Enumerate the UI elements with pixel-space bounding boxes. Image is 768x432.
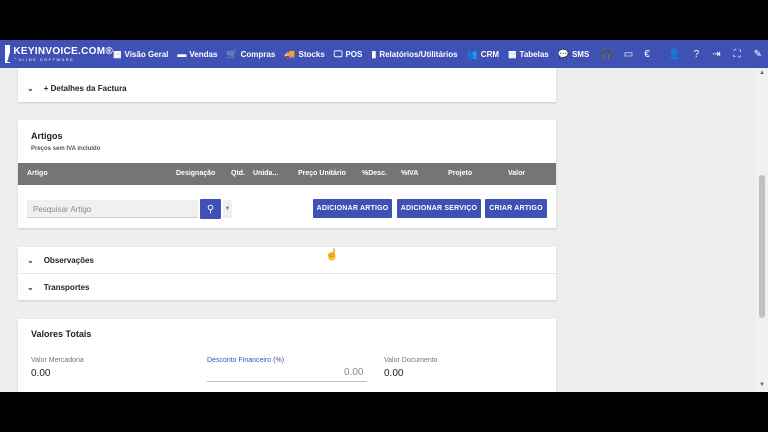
create-item-button[interactable]: CRIAR ARTIGO <box>485 199 547 218</box>
brand-logo[interactable]: KEYINVOICE.COM® ONLINE SOFTWARE <box>5 45 113 63</box>
col-desc[interactable]: %Desc. <box>362 170 387 177</box>
artigos-card: Artigos Preços sem IVA incluído Artigo D… <box>18 120 556 228</box>
nav-item-tabelas[interactable]: ▦ Tabelas <box>508 49 549 60</box>
nav-item-pos[interactable]: 🖵 POS <box>334 49 363 60</box>
euro-icon[interactable]: € <box>644 49 650 60</box>
nav-item-stocks[interactable]: 🚚 Stocks <box>284 49 324 60</box>
chevron-down-icon: ⌄ <box>27 283 34 292</box>
nav-item-relat-rios-utilit-rios[interactable]: ▮ Relatórios/Utilitários <box>371 49 457 60</box>
transportes-label: Transportes <box>43 283 90 292</box>
hand-cursor-icon: ☝ <box>325 249 339 261</box>
logo-mark-icon <box>5 45 11 63</box>
col-qtd[interactable]: Qtd. <box>231 170 245 177</box>
nav-item-label: Stocks <box>298 49 325 59</box>
app-screen: KEYINVOICE.COM® ONLINE SOFTWARE ▦ Visão G… <box>0 40 768 392</box>
nav-item-label: Vendas <box>189 49 218 59</box>
invoice-details-label: + Detalhes da Factura <box>43 84 127 93</box>
artigos-table-header: Artigo Designação Qtd. Unida... Preço Un… <box>18 163 556 185</box>
add-service-button[interactable]: ADICIONAR SERVIÇO <box>397 199 481 218</box>
col-preco-unitario[interactable]: Preço Unitário <box>298 170 346 177</box>
user-icon[interactable]: 👤 <box>668 49 680 60</box>
discount-label: Desconto Financeiro (%) <box>207 357 285 364</box>
truck-icon: 🚚 <box>284 48 296 59</box>
nav-item-label: Visão Geral <box>124 49 169 59</box>
nav-item-sms[interactable]: 💬 SMS <box>558 49 590 60</box>
extras-card: ⌄ Observações ⌄ Transportes <box>18 247 556 300</box>
invoice-details-toggle[interactable]: ⌄ + Detalhes da Factura <box>18 84 127 93</box>
nav-item-label: Relatórios/Utilitários <box>379 49 458 59</box>
discount-input[interactable]: 0.00 <box>344 367 363 378</box>
observacoes-label: Observações <box>43 256 94 265</box>
chevron-down-icon: ⌄ <box>27 84 34 93</box>
nav-item-label: Compras <box>240 49 276 59</box>
people-icon: 👥 <box>466 48 478 59</box>
merchandise-value-label: Valor Mercadoria <box>31 357 84 364</box>
main-nav: ▦ Visão Geral ▬ Vendas 🛒 Compras 🚚 Stocks 🖵 POS ▮ R… <box>113 49 598 60</box>
help-icon[interactable]: ? <box>694 49 700 60</box>
nav-item-vendas[interactable]: ▬ Vendas <box>177 49 217 59</box>
invoice-details-card: ⌄ + Detalhes da Factura <box>18 68 556 102</box>
nav-right-icons: 👤? ⇥ ⛶ ✎ <box>655 40 762 68</box>
nav-item-label: CRM <box>480 49 500 59</box>
headset-icon[interactable]: 🎧 <box>600 49 612 60</box>
chat-icon: 💬 <box>557 48 569 59</box>
nav-item-label: Tabelas <box>519 49 549 59</box>
nav-item-label: POS <box>345 49 363 59</box>
nav-item-vis-o-geral[interactable]: ▦ Visão Geral <box>113 49 168 60</box>
monitor-icon: 🖵 <box>333 48 343 59</box>
nav-extra-icons: 🎧 ▭ € <box>600 49 660 60</box>
brand-tagline: ONLINE SOFTWARE <box>13 56 75 62</box>
discount-input-underline <box>207 381 367 382</box>
transportes-toggle[interactable]: ⌄ Transportes <box>18 283 90 292</box>
col-valor[interactable]: Valor <box>508 170 525 177</box>
edit-icon[interactable]: ✎ <box>754 49 762 60</box>
nav-item-crm[interactable]: 👥 CRM <box>467 49 499 60</box>
search-button[interactable]: ⚲ <box>200 199 221 219</box>
totals-card: Valores Totais Valor Mercadoria 0.00 Des… <box>18 319 556 392</box>
divider <box>18 273 556 274</box>
bar-chart-icon: ▮ <box>371 48 377 59</box>
search-item-input[interactable]: Pesquisar Artigo <box>27 200 198 218</box>
chevron-down-icon: ⌄ <box>27 256 34 265</box>
folder-icon[interactable]: ▭ <box>624 49 633 60</box>
col-projeto[interactable]: Projeto <box>448 170 472 177</box>
dashboard-icon: ▦ <box>113 48 122 59</box>
scroll-down-icon[interactable]: ▼ <box>759 382 765 388</box>
col-artigo[interactable]: Artigo <box>27 170 48 177</box>
logout-icon[interactable]: ⇥ <box>712 49 720 60</box>
document-value-label: Valor Documento <box>384 357 438 364</box>
col-iva[interactable]: %IVA <box>401 170 418 177</box>
scroll-up-icon[interactable]: ▲ <box>759 70 765 76</box>
cart-icon: 🛒 <box>226 48 238 59</box>
page-scrollbar[interactable]: ▲ ▼ <box>756 68 768 392</box>
artigos-subtitle: Preços sem IVA incluído <box>31 146 101 152</box>
totals-title: Valores Totais <box>31 329 92 339</box>
table-icon: ▦ <box>508 48 517 59</box>
col-unidade[interactable]: Unida... <box>253 170 278 177</box>
nav-item-label: SMS <box>571 49 590 59</box>
brand-name: KEYINVOICE.COM® <box>13 45 113 57</box>
search-icon: ⚲ <box>206 203 215 215</box>
artigos-title: Artigos <box>31 131 63 141</box>
caret-down-icon: ▼ <box>224 206 231 212</box>
top-navbar: KEYINVOICE.COM® ONLINE SOFTWARE ▦ Visão G… <box>0 40 768 68</box>
fullscreen-icon[interactable]: ⛶ <box>734 49 741 60</box>
sales-icon: ▬ <box>177 49 187 59</box>
add-item-button[interactable]: ADICIONAR ARTIGO <box>313 199 392 218</box>
scrollbar-thumb[interactable] <box>759 175 765 318</box>
observacoes-toggle[interactable]: ⌄ Observações <box>18 256 94 265</box>
nav-item-compras[interactable]: 🛒 Compras <box>226 49 275 60</box>
col-designacao[interactable]: Designação <box>176 170 215 177</box>
search-options-dropdown[interactable]: ▼ <box>223 200 232 218</box>
merchandise-value: 0.00 <box>31 368 51 379</box>
document-value: 0.00 <box>384 368 404 379</box>
